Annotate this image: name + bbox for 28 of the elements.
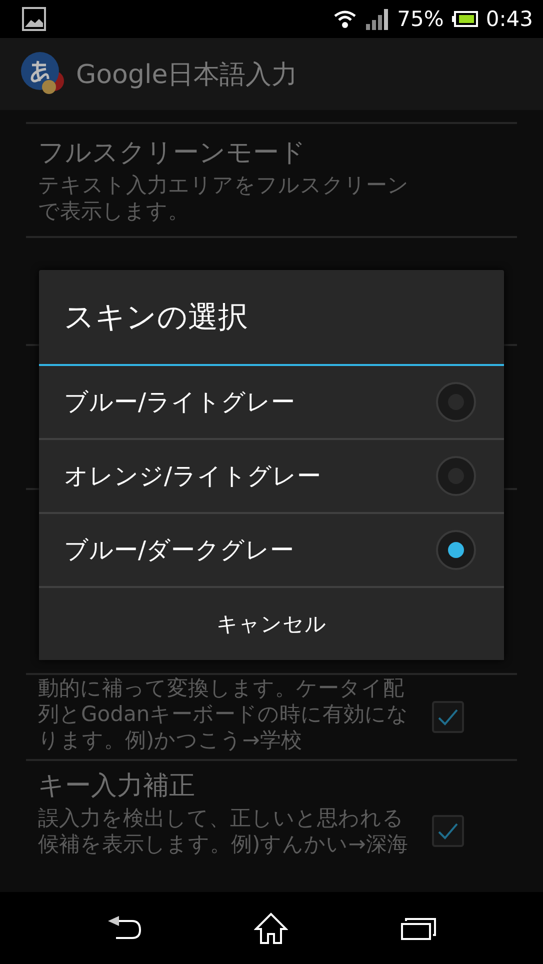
skin-option[interactable]: ブルー/ダークグレー <box>39 514 504 588</box>
checkbox[interactable] <box>432 701 464 733</box>
check-icon <box>437 822 459 840</box>
back-icon[interactable] <box>106 916 142 940</box>
dialog-title: スキンの選択 <box>64 298 248 336</box>
radio-button[interactable] <box>436 456 476 496</box>
radio-button[interactable] <box>436 530 476 570</box>
setting-title: キー入力補正 <box>38 771 196 801</box>
setting-summary: テキスト入力エリアをフルスクリーンで表示します。 <box>38 172 410 224</box>
checkbox[interactable] <box>432 815 464 847</box>
skin-option[interactable]: ブルー/ライトグレー <box>39 366 504 440</box>
radio-button[interactable] <box>436 382 476 422</box>
home-icon[interactable] <box>254 912 288 944</box>
setting-summary: 動的に補って変換します。ケータイ配列とGodanキーボードの時に有効になります。例)かつこう→学校 <box>38 675 410 753</box>
image-icon <box>22 7 46 31</box>
battery-percent: 75% <box>397 7 444 31</box>
setting-title: フルスクリーンモード <box>38 138 307 168</box>
clock: 0:43 <box>486 7 533 31</box>
wifi-icon <box>333 9 358 29</box>
check-icon <box>437 708 459 726</box>
app-logo-icon <box>20 51 66 97</box>
cancel-button[interactable]: キャンセル <box>39 588 504 660</box>
battery-icon <box>452 11 478 27</box>
recent-apps-icon[interactable] <box>400 916 437 940</box>
setting-summary: 誤入力を検出して、正しいと思われる候補を表示します。例)すんかい→深海 <box>38 805 409 857</box>
skin-option[interactable]: オレンジ/ライトグレー <box>39 440 504 514</box>
app-title: Google日本語入力 <box>76 58 298 92</box>
signal-icon <box>365 8 390 30</box>
